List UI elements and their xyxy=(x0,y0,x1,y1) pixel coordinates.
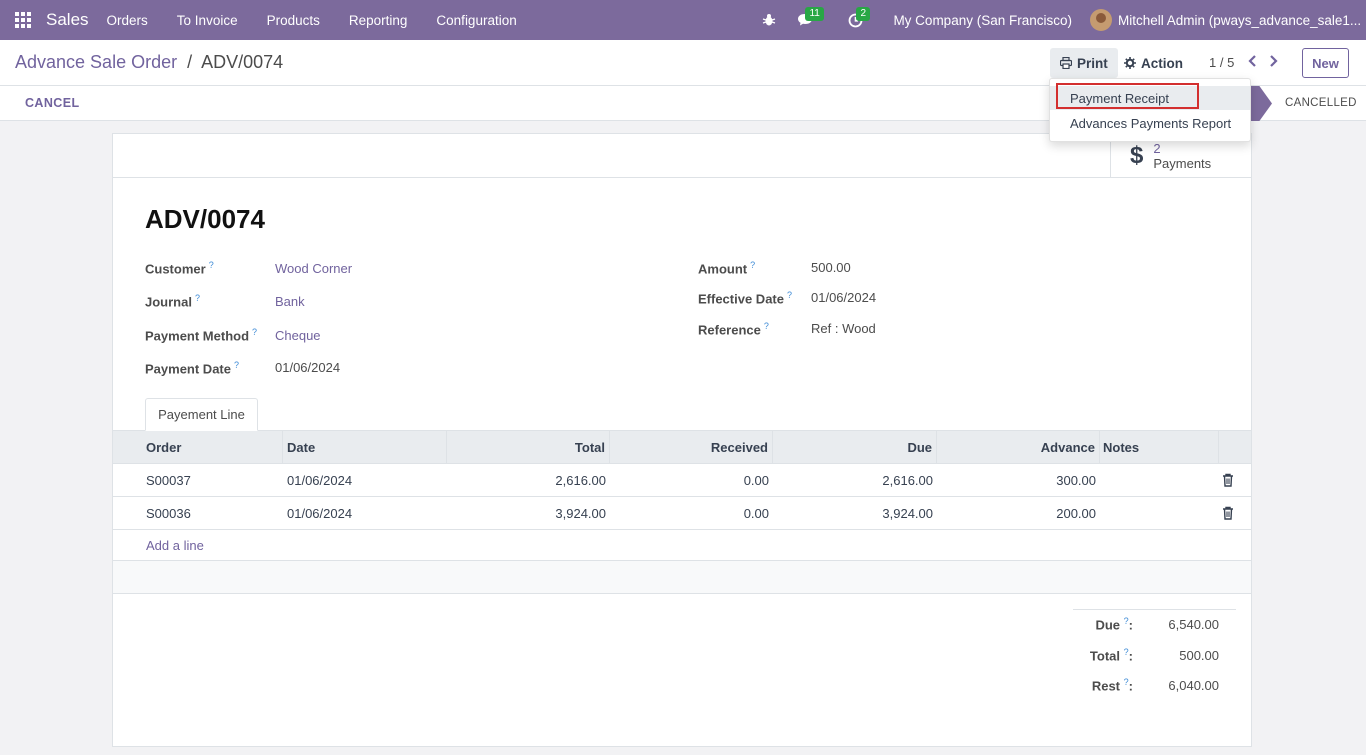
breadcrumb-current: ADV/0074 xyxy=(201,52,284,72)
table-row[interactable]: S00037 01/06/2024 2,616.00 0.00 2,616.00… xyxy=(113,464,1251,497)
debug-bug-icon[interactable] xyxy=(755,0,783,40)
amount-field[interactable]: 500.00 xyxy=(811,260,851,275)
customer-field[interactable]: Wood Corner xyxy=(275,261,352,276)
add-line-link[interactable]: Add a line xyxy=(146,538,204,553)
add-line-row: Add a line xyxy=(113,530,1251,561)
breadcrumb-parent[interactable]: Advance Sale Order xyxy=(15,52,177,72)
dollar-icon: $ xyxy=(1130,142,1144,169)
trash-icon[interactable] xyxy=(1221,473,1235,487)
messages-count-badge: 11 xyxy=(805,7,824,21)
payment-date-field[interactable]: 01/06/2024 xyxy=(275,360,340,375)
cell-received: 0.00 xyxy=(743,505,769,521)
print-dropdown-menu: Payment Receipt Advances Payments Report xyxy=(1049,78,1251,142)
table-row[interactable]: S00036 01/06/2024 3,924.00 0.00 3,924.00… xyxy=(113,497,1251,530)
dropdown-item-payment-receipt[interactable]: Payment Receipt xyxy=(1050,86,1250,110)
column-header-advance[interactable]: Advance xyxy=(937,431,1100,463)
rest-label: Rest ?: xyxy=(1091,677,1133,694)
cell-due: 2,616.00 xyxy=(882,472,933,488)
effective-date-field[interactable]: 01/06/2024 xyxy=(811,290,876,305)
customer-label: Customer? xyxy=(145,260,214,277)
breadcrumb: Advance Sale Order / ADV/0074 xyxy=(15,52,283,73)
breadcrumb-separator: / xyxy=(187,52,193,72)
company-switcher[interactable]: My Company (San Francisco) xyxy=(893,13,1072,28)
print-label: Print xyxy=(1077,55,1108,71)
action-button[interactable]: Action xyxy=(1116,48,1191,78)
payments-count: 2 xyxy=(1153,140,1161,156)
payments-label: Payments xyxy=(1153,155,1212,171)
cell-notes xyxy=(1103,497,1219,529)
app-name[interactable]: Sales xyxy=(46,10,89,30)
stage-cancelled[interactable]: CANCELLED xyxy=(1285,97,1357,109)
cell-notes xyxy=(1103,464,1219,496)
cancel-button[interactable]: CANCEL xyxy=(25,96,79,110)
payment-method-label: Payment Method? xyxy=(145,327,258,344)
avatar[interactable] xyxy=(1090,9,1112,31)
cell-total: 2,616.00 xyxy=(555,472,606,488)
column-header-notes[interactable]: Notes xyxy=(1100,431,1219,463)
messages-icon[interactable]: 11 xyxy=(791,0,824,40)
payment-date-label: Payment Date? xyxy=(145,360,239,377)
action-label: Action xyxy=(1141,55,1183,71)
dropdown-item-advances-payments-report[interactable]: Advances Payments Report xyxy=(1050,111,1250,135)
pager-next-icon[interactable] xyxy=(1265,52,1281,70)
menu-products[interactable]: Products xyxy=(267,13,320,28)
effective-date-label: Effective Date? xyxy=(698,290,792,307)
cell-order: S00036 xyxy=(146,505,191,521)
column-header-order[interactable]: Order xyxy=(113,431,283,463)
payment-method-field[interactable]: Cheque xyxy=(275,328,321,343)
new-button[interactable]: New xyxy=(1302,48,1349,78)
user-menu[interactable]: Mitchell Admin (pways_advance_sale1... xyxy=(1118,13,1366,28)
cell-total: 3,924.00 xyxy=(555,505,606,521)
cell-date: 01/06/2024 xyxy=(287,472,353,488)
menu-configuration[interactable]: Configuration xyxy=(436,13,516,28)
top-navbar: Sales Orders To Invoice Products Reporti… xyxy=(0,0,1366,40)
journal-label: Journal? xyxy=(145,293,200,310)
record-title: ADV/0074 xyxy=(145,204,265,234)
form-sheet: $ 2 Payments ADV/0074 Customer? Wood Cor… xyxy=(112,133,1252,747)
menu-to-invoice[interactable]: To Invoice xyxy=(177,13,238,28)
pager-previous-icon[interactable] xyxy=(1244,52,1260,70)
payment-lines-table: Order Date Total Received Due Advance No… xyxy=(113,430,1251,594)
cell-due: 3,924.00 xyxy=(882,505,933,521)
menu-reporting[interactable]: Reporting xyxy=(349,13,408,28)
total-label: Total ?: xyxy=(1089,647,1133,664)
due-total-label: Due ?: xyxy=(1095,616,1133,633)
reference-field[interactable]: Ref : Wood xyxy=(811,321,876,336)
cell-advance: 300.00 xyxy=(1056,472,1096,488)
journal-field[interactable]: Bank xyxy=(275,294,305,309)
total-value: 500.00 xyxy=(1179,648,1219,663)
pager-value[interactable]: 1 / 5 xyxy=(1209,55,1234,70)
cell-order: S00037 xyxy=(146,472,191,488)
trash-icon[interactable] xyxy=(1221,506,1235,520)
totals-summary: Due ?: 6,540.00 Total ?: 500.00 Rest ?: … xyxy=(1073,609,1236,693)
reference-label: Reference? xyxy=(698,321,769,338)
table-empty-row xyxy=(113,561,1251,594)
column-header-total[interactable]: Total xyxy=(447,431,610,463)
menu-orders[interactable]: Orders xyxy=(107,13,148,28)
column-header-date[interactable]: Date xyxy=(283,431,447,463)
tab-payement-line[interactable]: Payement Line xyxy=(145,398,258,431)
cell-received: 0.00 xyxy=(743,472,769,488)
activities-count-badge: 2 xyxy=(856,7,870,21)
table-header: Order Date Total Received Due Advance No… xyxy=(113,430,1251,464)
due-total-value: 6,540.00 xyxy=(1168,617,1219,632)
apps-menu-icon[interactable] xyxy=(0,0,46,40)
column-header-due[interactable]: Due xyxy=(773,431,937,463)
print-icon xyxy=(1060,57,1072,69)
amount-label: Amount? xyxy=(698,260,756,277)
print-button[interactable]: Print xyxy=(1050,48,1118,78)
column-header-received[interactable]: Received xyxy=(610,431,773,463)
rest-value: 6,040.00 xyxy=(1168,678,1219,693)
cell-date: 01/06/2024 xyxy=(287,505,353,521)
gear-icon xyxy=(1124,57,1136,69)
cell-advance: 200.00 xyxy=(1056,505,1096,521)
activities-clock-icon[interactable]: 2 xyxy=(841,0,870,40)
